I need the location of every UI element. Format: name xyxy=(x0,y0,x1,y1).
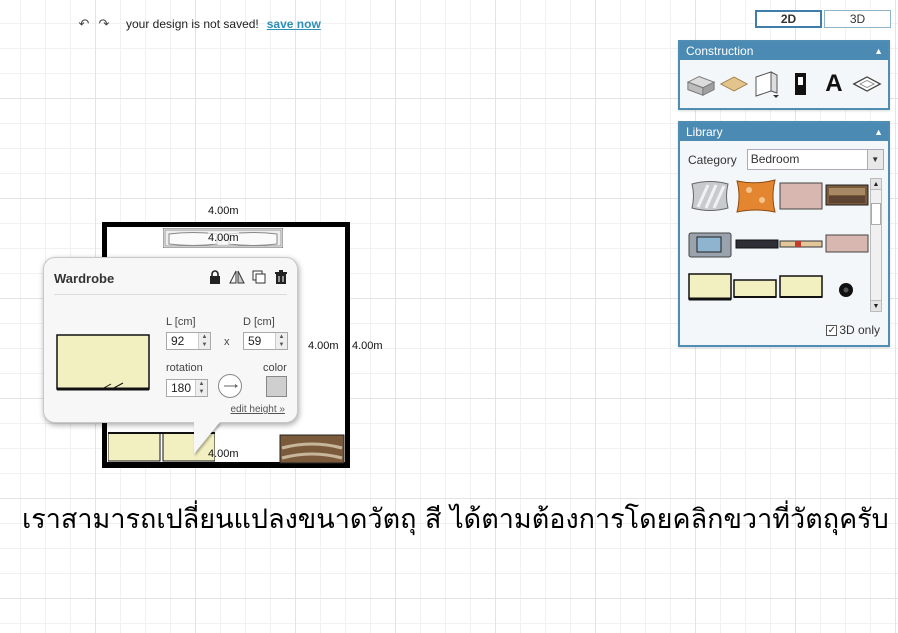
library-panel: Library ▲ Category Bedroom ▼ ▲ ▼ ✓ 3D on… xyxy=(678,121,890,347)
construction-header[interactable]: Construction ▲ xyxy=(680,42,888,60)
bar-item[interactable] xyxy=(779,239,823,249)
length-stepper[interactable]: 92 ▲ ▼ xyxy=(166,332,211,350)
depth-label: D [cm] xyxy=(243,316,275,328)
chest-object[interactable] xyxy=(279,434,345,464)
checkbox-icon[interactable]: ✓ xyxy=(826,324,838,336)
save-now-link[interactable]: save now xyxy=(267,17,321,31)
only-3d-checkbox[interactable]: ✓ 3D only xyxy=(826,323,880,337)
text-tool-icon[interactable]: A xyxy=(819,69,849,99)
mirror-icon[interactable] xyxy=(229,269,245,285)
step-up-icon[interactable]: ▲ xyxy=(196,380,207,388)
copy-icon[interactable] xyxy=(251,269,267,285)
view-3d-button[interactable]: 3D xyxy=(824,10,891,28)
floor-tool-icon[interactable] xyxy=(719,69,749,99)
wardrobe-preview xyxy=(56,334,150,391)
collapse-icon[interactable]: ▲ xyxy=(874,42,883,60)
wall-tool-icon[interactable] xyxy=(686,69,716,99)
depth-stepper[interactable]: 59 ▲ ▼ xyxy=(243,332,288,350)
lamp-item[interactable] xyxy=(836,280,856,300)
construction-panel: Construction ▲ A xyxy=(678,40,890,110)
construction-title: Construction xyxy=(686,44,754,58)
category-select[interactable]: Bedroom ▼ xyxy=(746,149,884,170)
popup-actions xyxy=(207,269,289,285)
step-down-icon[interactable]: ▼ xyxy=(196,388,207,396)
trash-icon[interactable] xyxy=(273,269,289,285)
rug-pink-item[interactable] xyxy=(825,234,869,254)
chevron-down-icon[interactable]: ▼ xyxy=(866,150,883,169)
category-value: Bedroom xyxy=(750,152,800,166)
redo-icon[interactable]: ↷ xyxy=(94,16,114,32)
dimension-right-inner: 4.00m xyxy=(308,340,339,352)
category-row: Category Bedroom ▼ xyxy=(680,141,888,170)
collapse-icon[interactable]: ▲ xyxy=(874,123,883,141)
times-symbol: x xyxy=(224,336,230,348)
undo-icon[interactable]: ↶ xyxy=(74,16,94,32)
popup-title: Wardrobe xyxy=(54,271,115,286)
length-label: L [cm] xyxy=(166,316,196,328)
library-scrollbar[interactable]: ▲ ▼ xyxy=(870,178,882,312)
scroll-down-icon[interactable]: ▼ xyxy=(871,300,881,311)
stepper-arrows[interactable]: ▲ ▼ xyxy=(275,333,287,349)
scroll-thumb[interactable] xyxy=(871,203,881,225)
step-down-icon[interactable]: ▼ xyxy=(276,341,287,349)
pillow-orange-item[interactable] xyxy=(735,178,777,214)
pillow-striped-item[interactable] xyxy=(688,179,732,213)
library-title: Library xyxy=(686,125,723,139)
length-value[interactable]: 92 xyxy=(167,333,198,349)
color-swatch[interactable] xyxy=(266,376,287,397)
rotation-value[interactable]: 180 xyxy=(167,380,195,396)
dimension-bed: 4.00m xyxy=(208,232,239,244)
popup-divider xyxy=(54,294,287,295)
color-label: color xyxy=(263,362,287,374)
step-up-icon[interactable]: ▲ xyxy=(276,333,287,341)
view-2d-button[interactable]: 2D xyxy=(755,10,822,28)
dimension-right-outer: 4.00m xyxy=(352,340,383,352)
rotation-stepper[interactable]: 180 ▲ ▼ xyxy=(166,379,208,397)
stepper-arrows[interactable]: ▲ ▼ xyxy=(198,333,210,349)
step-up-icon[interactable]: ▲ xyxy=(199,333,210,341)
door-tool-icon[interactable] xyxy=(752,69,782,99)
view-toggle: 2D 3D xyxy=(755,10,891,28)
dimension-top: 4.00m xyxy=(208,205,239,217)
chest-dark-item[interactable] xyxy=(825,184,869,206)
tv-item[interactable] xyxy=(688,230,732,260)
wardrobe-small-item[interactable] xyxy=(733,278,777,300)
step-down-icon[interactable]: ▼ xyxy=(199,341,210,349)
cabinet-item[interactable] xyxy=(779,274,823,302)
caption-text: เราสามารถเปลี่ยนแปลงขนาดวัตถุ สี ได้ตามต… xyxy=(22,504,889,535)
shelf-dark-item[interactable] xyxy=(735,238,779,250)
rug-beige-item[interactable] xyxy=(779,182,823,210)
rotation-label: rotation xyxy=(166,362,203,374)
stepper-arrows[interactable]: ▲ ▼ xyxy=(195,380,207,396)
window-tool-icon[interactable] xyxy=(786,69,816,99)
construction-tools: A xyxy=(680,60,888,108)
library-header[interactable]: Library ▲ xyxy=(680,123,888,141)
category-label: Category xyxy=(688,152,737,167)
scroll-up-icon[interactable]: ▲ xyxy=(871,179,881,190)
popup-tail xyxy=(194,422,220,454)
edit-height-link[interactable]: edit height » xyxy=(231,404,286,415)
depth-value[interactable]: 59 xyxy=(244,333,275,349)
save-status-text: your design is not saved! xyxy=(126,17,259,31)
wardrobe-large-item[interactable] xyxy=(688,272,732,302)
top-bar: ↶ ↷ your design is not saved! save now xyxy=(74,14,321,34)
lock-icon[interactable] xyxy=(207,269,223,285)
rotation-dial[interactable] xyxy=(218,374,242,398)
dimension-tool-icon[interactable] xyxy=(852,69,882,99)
wardrobe-popup: Wardrobe L [cm] 92 ▲ ▼ x D [cm] 59 ▲ ▼ rot… xyxy=(43,257,298,454)
library-items xyxy=(686,178,872,313)
only-3d-label: 3D only xyxy=(839,323,880,337)
